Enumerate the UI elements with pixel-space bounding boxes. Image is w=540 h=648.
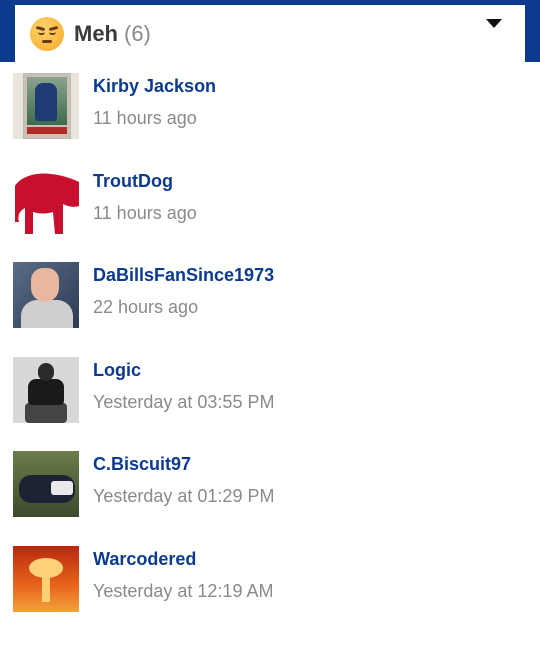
unamused-face-icon — [30, 16, 64, 51]
reaction-user-list: Kirby Jackson 11 hours ago TroutDog 11 h… — [0, 68, 540, 635]
reaction-count: (6) — [124, 20, 151, 46]
username-link[interactable]: TroutDog — [93, 171, 173, 192]
list-item[interactable]: Logic Yesterday at 03:55 PM — [0, 352, 540, 447]
list-item[interactable]: TroutDog 11 hours ago — [0, 163, 540, 258]
reaction-timestamp: Yesterday at 12:19 AM — [93, 580, 274, 601]
chevron-down-icon[interactable] — [486, 19, 502, 28]
username-link[interactable]: Warcodered — [93, 549, 196, 570]
reaction-timestamp: 11 hours ago — [93, 108, 197, 128]
header-bar: Meh (6) — [0, 0, 540, 62]
list-item[interactable]: Kirby Jackson 11 hours ago — [0, 68, 540, 163]
avatar[interactable] — [13, 545, 79, 612]
avatar[interactable] — [13, 356, 79, 423]
reaction-timestamp: 22 hours ago — [93, 297, 199, 317]
username-link[interactable]: DaBillsFanSince1973 — [93, 265, 274, 286]
buffalo-logo-icon — [15, 173, 79, 234]
list-item[interactable]: DaBillsFanSince1973 22 hours ago — [0, 257, 540, 352]
reaction-label: Meh (6) — [74, 20, 151, 46]
avatar[interactable] — [13, 451, 79, 517]
username-link[interactable]: C.Biscuit97 — [93, 454, 191, 475]
reaction-filter-dropdown[interactable]: Meh (6) — [15, 5, 525, 62]
username-link[interactable]: Logic — [93, 360, 141, 381]
list-item[interactable]: Warcodered Yesterday at 12:19 AM — [0, 541, 540, 636]
username-link[interactable]: Kirby Jackson — [93, 76, 216, 97]
reaction-timestamp: 11 hours ago — [93, 202, 197, 223]
avatar[interactable] — [13, 262, 79, 328]
avatar[interactable] — [13, 73, 79, 139]
reaction-timestamp: Yesterday at 03:55 PM — [93, 391, 275, 412]
avatar[interactable] — [13, 167, 79, 234]
reaction-timestamp: Yesterday at 01:29 PM — [93, 486, 275, 506]
list-item[interactable]: C.Biscuit97 Yesterday at 01:29 PM — [0, 446, 540, 541]
